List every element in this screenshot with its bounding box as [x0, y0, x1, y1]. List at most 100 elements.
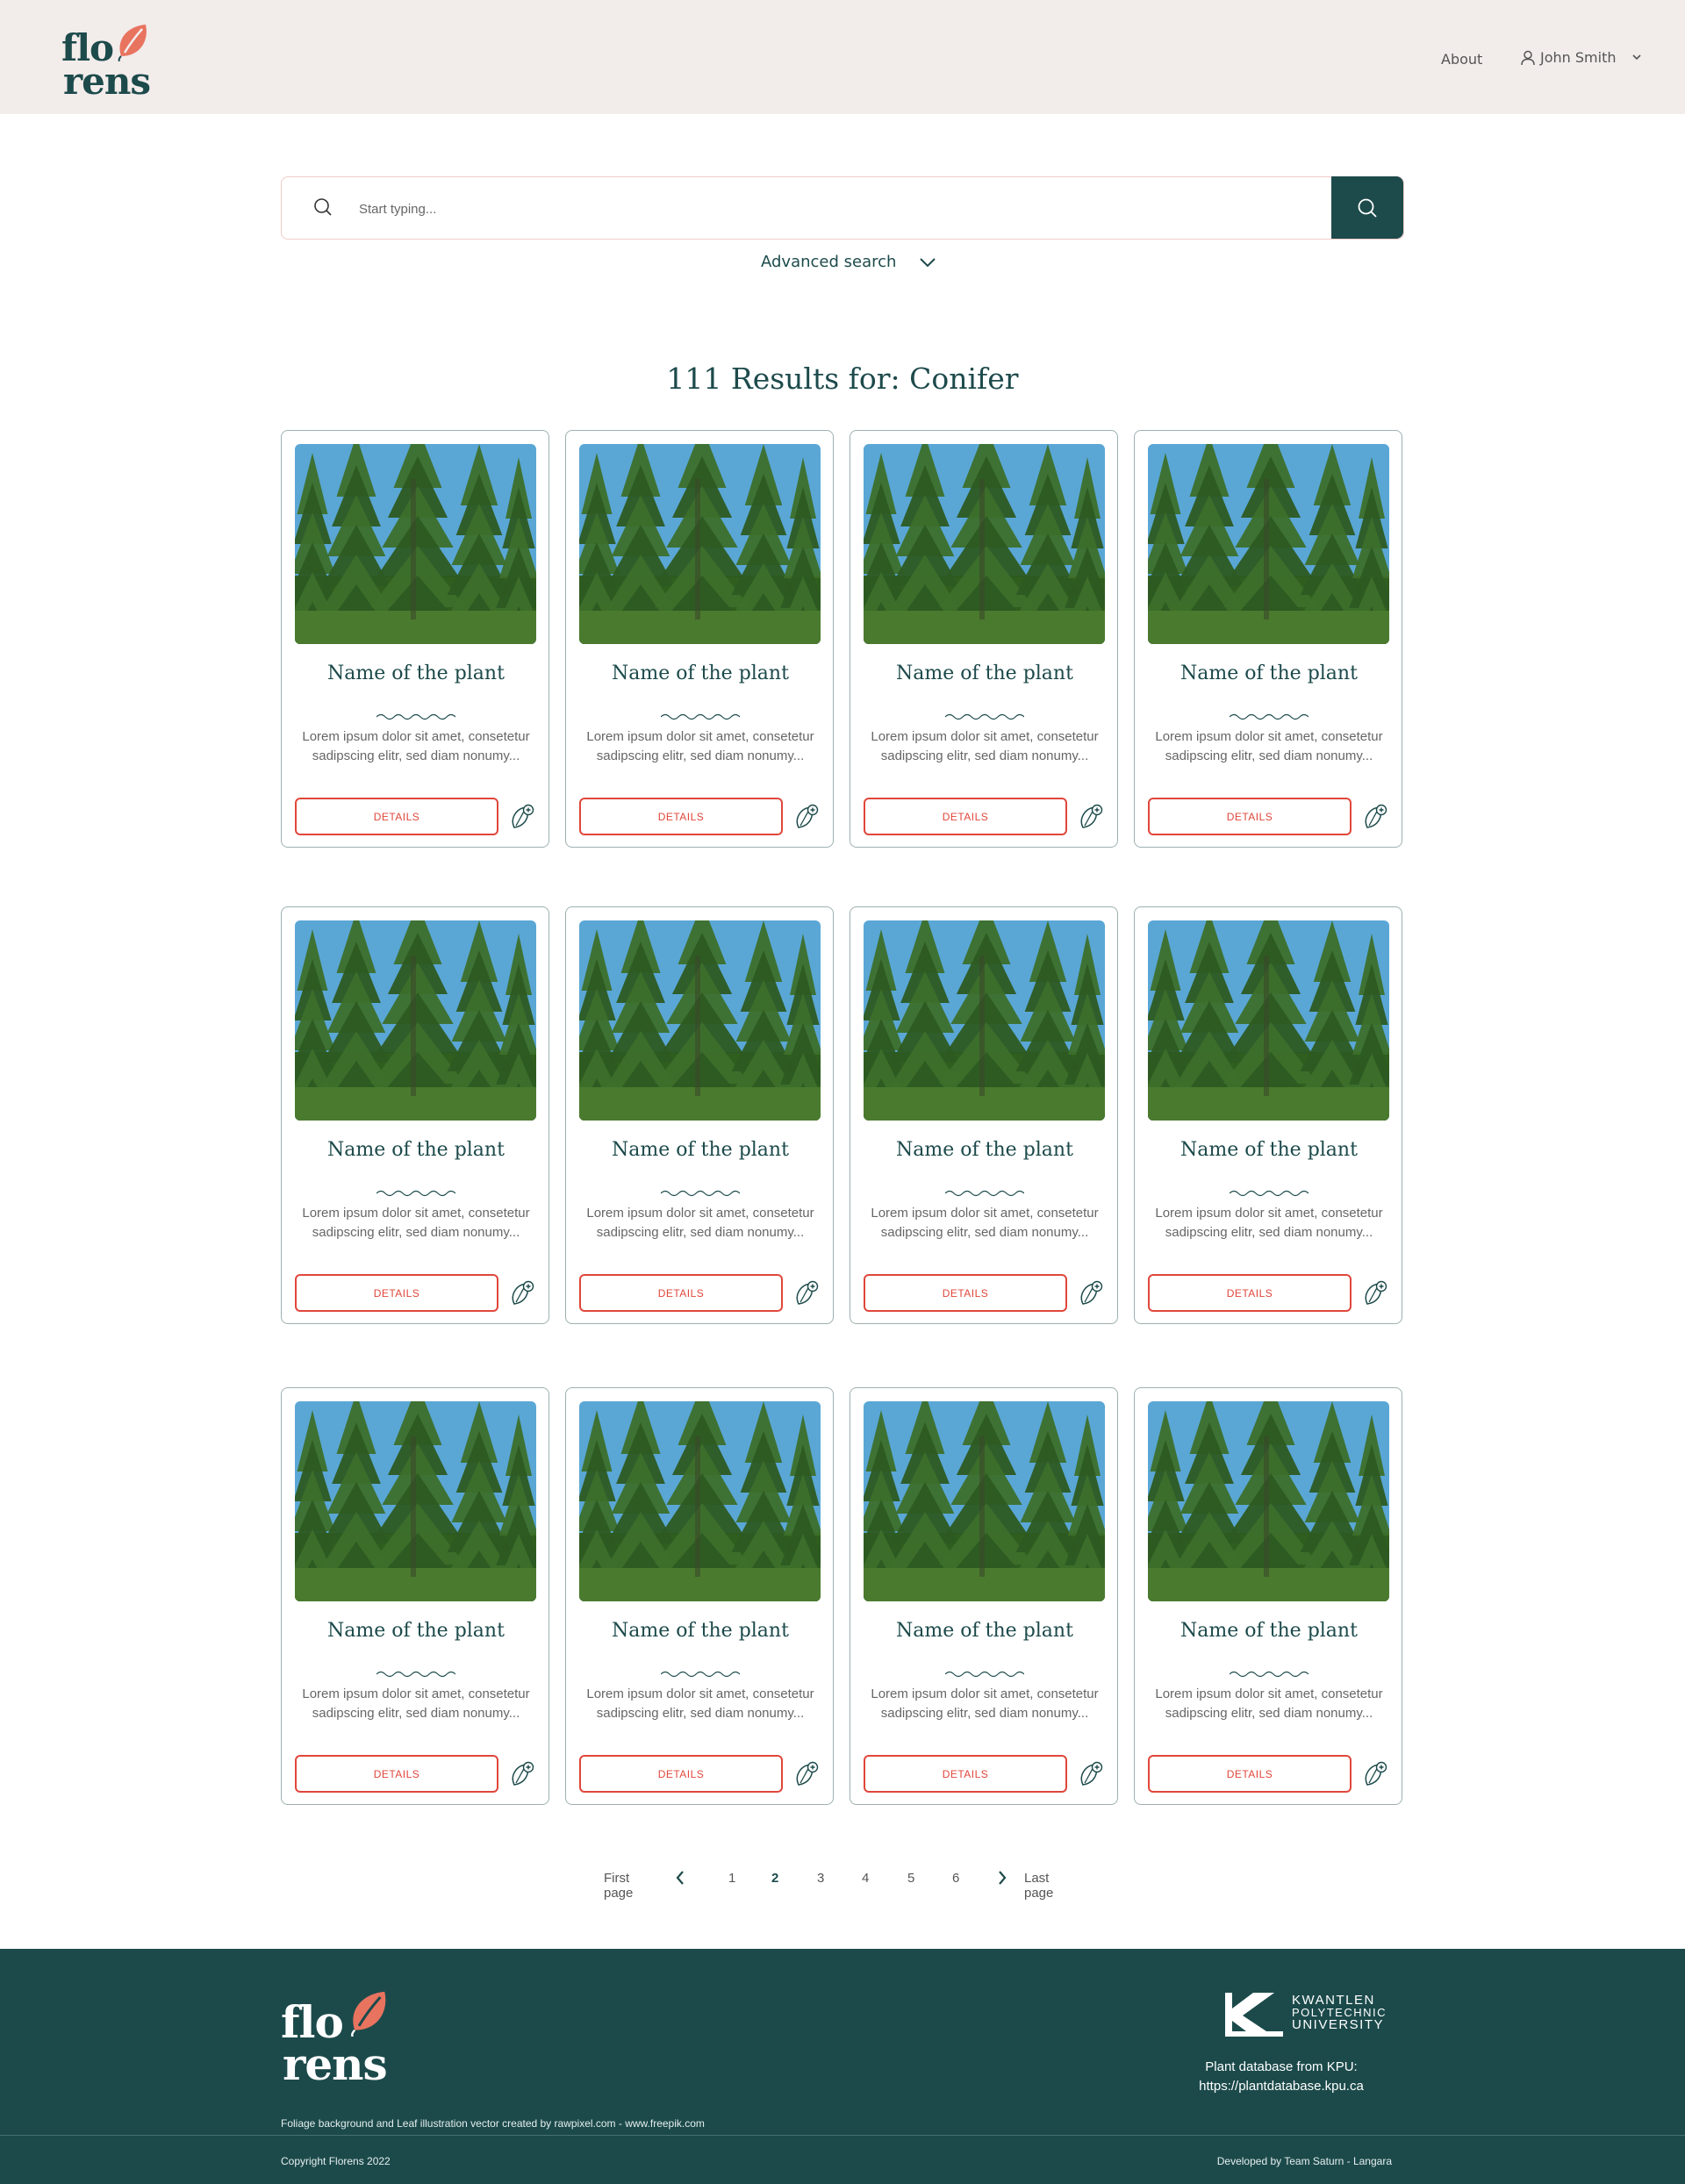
details-button[interactable]: DETAILS [864, 798, 1067, 835]
wave-divider-icon [376, 1665, 456, 1682]
plant-name[interactable]: Name of the plant [850, 662, 1119, 684]
add-to-collection-button[interactable] [1362, 1280, 1388, 1310]
leaf-plus-icon [1078, 1761, 1104, 1791]
conifer-photo [579, 444, 821, 644]
footer-logo[interactable]: flo rens [279, 1987, 393, 2090]
user-name: John Smith [1540, 49, 1617, 66]
add-to-collection-button[interactable] [1078, 804, 1104, 834]
add-to-collection-button[interactable] [1362, 1761, 1388, 1791]
plant-description: Lorem ipsum dolor sit amet, consetetur s… [871, 729, 1099, 763]
kpu-database-link[interactable]: https://plantdatabase.kpu.ca [1176, 2077, 1387, 2096]
site-footer: flo rens Foliage background and Leaf ill… [0, 1949, 1685, 2184]
plant-image[interactable] [579, 444, 821, 644]
plant-card: Name of the plant Lorem ipsum dolor sit a… [281, 430, 549, 848]
conifer-photo [295, 444, 536, 644]
add-to-collection-button[interactable] [509, 804, 535, 834]
user-menu[interactable]: John Smith [1521, 49, 1647, 66]
page-5[interactable]: 5 [907, 1871, 914, 1886]
plant-description: Lorem ipsum dolor sit amet, consetetur s… [586, 729, 814, 763]
plant-image[interactable] [864, 1401, 1105, 1601]
plant-name[interactable]: Name of the plant [1135, 1620, 1403, 1642]
plant-name[interactable]: Name of the plant [282, 1620, 550, 1642]
plant-description: Lorem ipsum dolor sit amet, consetetur s… [302, 729, 530, 763]
plant-description: Lorem ipsum dolor sit amet, consetetur s… [586, 1206, 814, 1240]
page-6[interactable]: 6 [952, 1871, 959, 1886]
details-button[interactable]: DETAILS [1148, 1755, 1352, 1793]
search-icon [1358, 198, 1377, 218]
details-button[interactable]: DETAILS [579, 1755, 783, 1793]
plant-name[interactable]: Name of the plant [566, 662, 835, 684]
plant-card: Name of the plant Lorem ipsum dolor sit a… [1134, 906, 1402, 1324]
details-button[interactable]: DETAILS [295, 798, 498, 835]
conifer-photo [1148, 1401, 1389, 1601]
details-button[interactable]: DETAILS [579, 1274, 783, 1312]
page-3[interactable]: 3 [817, 1871, 824, 1886]
chevron-left-icon[interactable] [674, 1869, 686, 1887]
plant-name[interactable]: Name of the plant [1135, 1139, 1403, 1161]
plant-card: Name of the plant Lorem ipsum dolor sit a… [565, 430, 834, 848]
chevron-down-icon [1632, 54, 1642, 60]
plant-image[interactable] [1148, 1401, 1389, 1601]
details-button[interactable]: DETAILS [1148, 1274, 1352, 1312]
chevron-right-icon[interactable] [996, 1869, 1008, 1887]
plant-name[interactable]: Name of the plant [850, 1620, 1119, 1642]
kpu-database-info: Plant database from KPU: https://plantda… [1176, 2058, 1387, 2096]
plant-description: Lorem ipsum dolor sit amet, consetetur s… [1155, 1206, 1383, 1240]
add-to-collection-button[interactable] [1078, 1280, 1104, 1310]
footer-divider [0, 2135, 1685, 2136]
details-button[interactable]: DETAILS [295, 1274, 498, 1312]
details-button[interactable]: DETAILS [864, 1274, 1067, 1312]
add-to-collection-button[interactable] [509, 1280, 535, 1310]
wave-divider-icon [944, 708, 1025, 725]
nav-about-link[interactable]: About [1441, 51, 1482, 68]
details-button[interactable]: DETAILS [295, 1755, 498, 1793]
plant-name[interactable]: Name of the plant [566, 1139, 835, 1161]
logo[interactable]: flo rens [60, 19, 156, 104]
plant-image[interactable] [864, 444, 1105, 644]
plant-card: Name of the plant Lorem ipsum dolor sit a… [565, 1387, 834, 1805]
plant-image[interactable] [1148, 444, 1389, 644]
conifer-photo [1148, 920, 1389, 1121]
plant-name[interactable]: Name of the plant [282, 662, 550, 684]
search-input[interactable] [357, 195, 1238, 223]
plant-description: Lorem ipsum dolor sit amet, consetetur s… [302, 1206, 530, 1240]
plant-name[interactable]: Name of the plant [282, 1139, 550, 1161]
plant-image[interactable] [295, 1401, 536, 1601]
leaf-plus-icon [1078, 1280, 1104, 1310]
add-to-collection-button[interactable] [793, 1761, 820, 1791]
add-to-collection-button[interactable] [509, 1761, 535, 1791]
add-to-collection-button[interactable] [793, 1280, 820, 1310]
wave-divider-icon [1229, 1665, 1309, 1682]
page-4[interactable]: 4 [862, 1871, 869, 1886]
conifer-photo [579, 1401, 821, 1601]
plant-image[interactable] [579, 1401, 821, 1601]
plant-name[interactable]: Name of the plant [850, 1139, 1119, 1161]
leaf-plus-icon [509, 1280, 535, 1310]
add-to-collection-button[interactable] [1078, 1761, 1104, 1791]
plant-image[interactable] [864, 920, 1105, 1121]
details-button[interactable]: DETAILS [864, 1755, 1067, 1793]
plant-name[interactable]: Name of the plant [1135, 662, 1403, 684]
leaf-logo-icon [118, 25, 147, 61]
plant-image[interactable] [579, 920, 821, 1121]
plant-card: Name of the plant Lorem ipsum dolor sit a… [850, 906, 1118, 1324]
page-1[interactable]: 1 [728, 1871, 735, 1886]
first-page-link[interactable]: First page [604, 1871, 633, 1901]
plant-description: Lorem ipsum dolor sit amet, consetetur s… [302, 1686, 530, 1721]
add-to-collection-button[interactable] [1362, 804, 1388, 834]
advanced-search-toggle[interactable]: Advanced search [761, 253, 936, 271]
conifer-photo [864, 444, 1105, 644]
plant-image[interactable] [295, 444, 536, 644]
plant-image[interactable] [1148, 920, 1389, 1121]
add-to-collection-button[interactable] [793, 804, 820, 834]
plant-name[interactable]: Name of the plant [566, 1620, 835, 1642]
copyright: Copyright Florens 2022 [281, 2155, 391, 2167]
details-button[interactable]: DETAILS [579, 798, 783, 835]
search-button[interactable] [1331, 176, 1403, 239]
kpu-logo[interactable]: KWANTLEN POLYTECHNIC UNIVERSITY [1223, 1991, 1390, 2044]
conifer-photo [295, 1401, 536, 1601]
plant-image[interactable] [295, 920, 536, 1121]
details-button[interactable]: DETAILS [1148, 798, 1352, 835]
page-2[interactable]: 2 [771, 1871, 778, 1886]
last-page-link[interactable]: Last page [1024, 1871, 1053, 1901]
